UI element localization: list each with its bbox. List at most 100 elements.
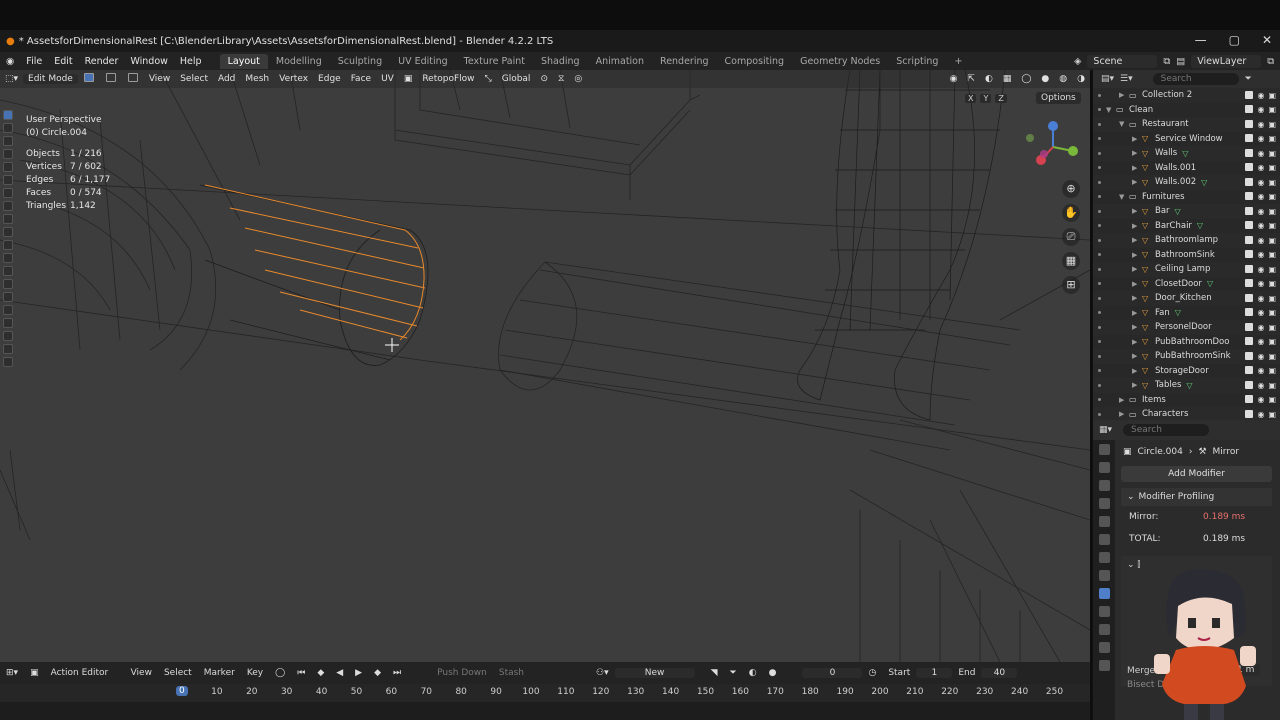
eye-icon[interactable]: ◉ [1257,192,1264,201]
exclude-checkbox[interactable] [1245,119,1254,128]
overlay-toggle-icon[interactable]: ◐ [980,74,998,84]
exclude-checkbox[interactable] [1245,366,1254,375]
timeline-menu-marker[interactable]: Marker [198,668,241,678]
menu-mesh[interactable]: Mesh [240,74,274,84]
wireframe-scene[interactable] [0,70,1090,662]
menu-vertex[interactable]: Vertex [274,74,313,84]
editor-type-icon[interactable]: ⬚▾ [0,74,23,84]
exclude-checkbox[interactable] [1245,134,1254,143]
display-mode-icon[interactable]: ☰▾ [1120,74,1133,84]
bevel-tool-icon[interactable] [3,240,13,250]
outliner-row[interactable]: ▶ ▽ PersonelDoor ◉ ▣ [1093,320,1280,335]
shading-material-icon[interactable]: ◍ [1054,74,1072,84]
mirror-modifier-icon[interactable]: ⌄ ⫿ [1127,560,1140,570]
outliner-row[interactable]: ▶ ▽ StorageDoor ◉ ▣ [1093,364,1280,379]
cursor-tool-icon[interactable] [3,123,13,133]
outliner-row[interactable]: ▶ ▽ Bar ▽ ◉ ▣ [1093,204,1280,219]
options-dropdown[interactable]: Options [1036,92,1081,104]
tab-animation[interactable]: Animation [588,54,652,69]
minimize-icon[interactable]: — [1195,33,1207,47]
expand-closed-icon[interactable]: ▶ [1132,251,1142,259]
filter-icon[interactable]: ⏷ [1245,74,1252,84]
browse-action-icon[interactable]: ⚇▾ [590,668,615,678]
camera-icon[interactable]: ▣ [1268,337,1276,346]
scale-tool-icon[interactable] [3,162,13,172]
output-tab-icon[interactable] [1098,480,1110,491]
eye-icon[interactable]: ◉ [1257,265,1264,274]
eye-icon[interactable]: ◉ [1257,410,1264,419]
camera-icon[interactable]: ▣ [1268,279,1276,288]
outliner-row[interactable]: ▶ ▽ Tables ▽ ◉ ▣ [1093,378,1280,393]
axis-y-toggle[interactable]: Y [980,94,992,103]
expand-closed-icon[interactable]: ▶ [1119,410,1129,418]
gizmo-toggle-icon[interactable]: ⇱ [962,74,980,84]
exclude-checkbox[interactable] [1245,235,1254,244]
camera-icon[interactable]: ▣ [1268,410,1276,419]
filter-select-icon[interactable]: ◥ [705,668,724,678]
camera-icon[interactable]: ▣ [1268,105,1276,114]
eye-icon[interactable]: ◉ [1257,381,1264,390]
xray-icon[interactable]: ▦ [998,74,1017,84]
camera-icon[interactable]: ▣ [1268,366,1276,375]
menu-file[interactable]: File [20,56,48,67]
data-tab-icon[interactable] [1098,660,1110,671]
eye-icon[interactable]: ◉ [1257,294,1264,303]
outliner-row[interactable]: ▶ ▭ Items ◉ ▣ [1093,393,1280,408]
outliner-row[interactable]: ▶ ▽ Ceiling Lamp ◉ ▣ [1093,262,1280,277]
camera-icon[interactable]: ▣ [1268,178,1276,187]
annotate-tool-icon[interactable] [3,188,13,198]
playhead-frame[interactable]: 0 [176,686,188,696]
camera-icon[interactable]: ▣ [1268,294,1276,303]
particles-tab-icon[interactable] [1098,606,1110,617]
expand-closed-icon[interactable]: ▶ [1132,280,1142,288]
exclude-checkbox[interactable] [1245,293,1254,302]
outliner-row[interactable]: ▶ ▽ Service Window ◉ ▣ [1093,132,1280,147]
tab-compositing[interactable]: Compositing [717,54,793,69]
modifier-profiling-panel[interactable]: ⌄ Modifier Profiling [1121,488,1272,506]
world-tab-icon[interactable] [1098,534,1110,545]
menu-window[interactable]: Window [124,56,173,67]
shading-rendered-icon[interactable]: ◑ [1072,74,1090,84]
modifier-tab-icon[interactable] [1098,588,1110,599]
end-frame-field[interactable]: 40 [981,668,1018,678]
navigation-gizmo[interactable] [1024,118,1082,176]
play-icon[interactable]: ▶ [349,668,368,678]
expand-closed-icon[interactable]: ▶ [1132,367,1142,375]
move-tool-icon[interactable] [3,136,13,146]
poly-build-tool-icon[interactable] [3,279,13,289]
properties-editor-icon[interactable]: ▦▾ [1099,425,1112,435]
scene-icon[interactable]: ◈ [1074,56,1081,67]
menu-select[interactable]: Select [175,74,213,84]
outliner-row[interactable]: ▶ ▽ PubBathroomSink ◉ ▣ [1093,349,1280,364]
outliner-row[interactable]: ▶ ▽ ClosetDoor ▽ ◉ ▣ [1093,277,1280,292]
retopoflow-menu[interactable]: RetopoFlow [417,74,479,84]
shear-tool-icon[interactable] [3,344,13,354]
filter-icon[interactable]: ⏷ [724,668,743,678]
blender-menu-icon[interactable]: ◉ [0,56,20,67]
outliner-row[interactable]: ▶ ▽ Walls ▽ ◉ ▣ [1093,146,1280,161]
camera-icon[interactable]: ▣ [1268,250,1276,259]
exclude-checkbox[interactable] [1245,163,1254,172]
constraints-tab-icon[interactable] [1098,642,1110,653]
exclude-checkbox[interactable] [1245,380,1254,389]
menu-view[interactable]: View [144,74,175,84]
menu-edge[interactable]: Edge [313,74,346,84]
clock-icon[interactable]: ◷ [862,668,882,678]
push-down-button[interactable]: Push Down [431,668,493,678]
snap-icon[interactable]: ⧖ [553,74,569,84]
outliner-editor-icon[interactable]: ▤▾ [1101,74,1114,84]
scene-new-icon[interactable]: ⧉ [1163,56,1170,67]
outliner-row[interactable]: ▶ ▽ Walls.002 ▽ ◉ ▣ [1093,175,1280,190]
eye-icon[interactable]: ◉ [1257,279,1264,288]
eye-icon[interactable]: ◉ [1257,163,1264,172]
scene-selector[interactable]: Scene [1087,54,1158,68]
menu-uv[interactable]: UV [376,74,399,84]
expand-closed-icon[interactable]: ▶ [1132,164,1142,172]
exclude-checkbox[interactable] [1245,395,1254,404]
tab-sculpting[interactable]: Sculpting [330,54,390,69]
zoom-icon[interactable]: ⊕ [1062,180,1080,198]
viewlayer-selector[interactable]: ViewLayer [1191,54,1262,68]
timeline-menu-select[interactable]: Select [158,668,198,678]
tab-layout[interactable]: Layout [219,53,268,69]
axis-z-toggle[interactable]: Z [995,94,1007,103]
